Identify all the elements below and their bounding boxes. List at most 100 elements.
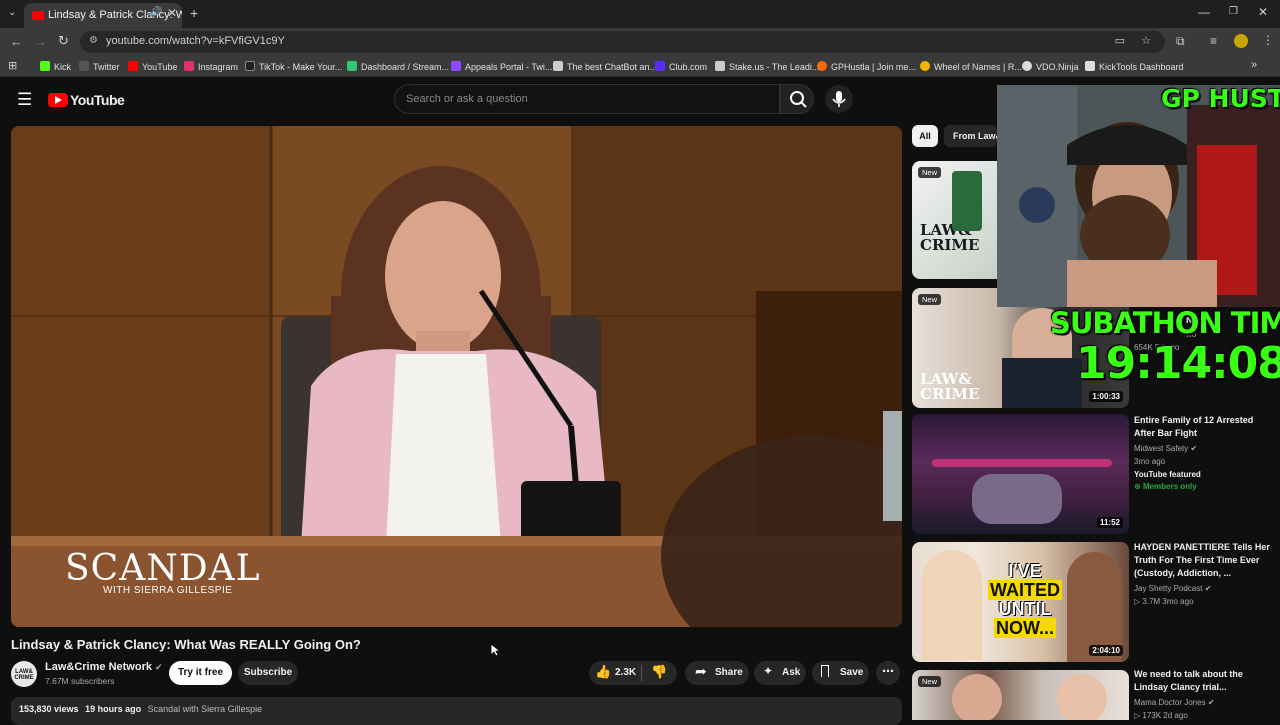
verified-badge-icon: ✔ [1190, 444, 1198, 453]
bookmark-youtube[interactable]: YouTube [128, 61, 177, 72]
police-lights [932, 459, 1112, 467]
members-icon: ⊕ [1134, 482, 1141, 491]
bookmark-kicktools[interactable]: KickTools Dashboard [1085, 61, 1184, 72]
like-count[interactable]: 2.3K [615, 667, 636, 678]
bookmark-kick[interactable]: Kick [40, 61, 71, 72]
share-button[interactable]: ➦ Share [685, 661, 749, 685]
recommended-thumbnail[interactable]: 11:52 [912, 414, 1129, 534]
bookmark-dashboard-stream[interactable]: Dashboard / Stream... [347, 61, 449, 72]
speaker-icon[interactable]: 🔊 [150, 7, 162, 18]
recommended-title[interactable]: HAYDEN PANETTIERE Tells Her Truth For Th… [1134, 541, 1274, 580]
chip-all[interactable]: All [912, 125, 938, 147]
view-count: 153,830 views [19, 704, 79, 714]
bookmarks-bar: ⊞ Kick Twitter YouTube Instagram TikTok … [0, 56, 1280, 77]
thumbnail-person-left [952, 674, 1002, 720]
search-input[interactable]: Search or ask a question [394, 84, 780, 114]
bookmark-tiktok[interactable]: TikTok - Make Your... [245, 61, 342, 72]
more-actions-icon[interactable]: ⋯ [876, 661, 900, 685]
save-button[interactable]: Save [812, 661, 869, 685]
reload-icon[interactable]: ↻ [58, 33, 69, 49]
youtube-icon [128, 61, 138, 71]
streamer-name: GP HUSTLA [1161, 85, 1280, 113]
recommended-channel[interactable]: Jay Shetty Podcast ✔ [1134, 582, 1211, 595]
video-duration: 2:04:10 [1089, 645, 1123, 656]
instagram-icon [184, 61, 194, 71]
bookmark-wheel-of-names[interactable]: Wheel of Names | R... [920, 61, 1022, 72]
upload-date: 19 hours ago [85, 704, 142, 714]
cast-icon[interactable]: ▭ [1115, 34, 1125, 47]
webcam-overlay: GP HUSTLA [997, 85, 1280, 307]
youtube-wordmark: YouTube [70, 92, 125, 108]
microphone-icon [832, 91, 846, 107]
bookmark-club[interactable]: Club.com [655, 61, 707, 72]
chrome-menu-icon[interactable]: ⋮ [1262, 33, 1274, 47]
site-info-icon[interactable]: ⚙ [89, 35, 98, 46]
recommended-thumbnail[interactable]: I'VE WAITED UNTIL NOW... 2:04:10 [912, 542, 1129, 662]
more-bookmarks-icon[interactable]: » [1251, 59, 1257, 71]
scandal-logo-title: SCANDAL [65, 548, 261, 589]
channel-name[interactable]: Law&Crime Network ✔ [45, 661, 163, 673]
minimize-icon[interactable]: — [1198, 5, 1210, 19]
bookmark-chatbot[interactable]: The best ChatBot an... [553, 61, 657, 72]
share-icon: ➦ [695, 663, 707, 679]
url-text: youtube.com/watch?v=kFVfiGV1c9Y [106, 35, 285, 47]
video-title: Lindsay & Patrick Clancy: What Was REALL… [11, 637, 361, 652]
forward-icon[interactable]: → [34, 34, 47, 49]
new-tab-icon[interactable]: + [190, 5, 198, 21]
apps-grid-icon[interactable]: ⊞ [8, 59, 17, 72]
bookmark-twitter[interactable]: Twitter [79, 61, 120, 72]
tiktok-icon [245, 61, 255, 71]
lawcrime-watermark: LAW& CRIME [920, 370, 980, 403]
address-bar[interactable]: ⚙ youtube.com/watch?v=kFVfiGV1c9Y ▭ ☆ [80, 31, 1165, 53]
try-it-free-button[interactable]: Try it free [169, 661, 232, 685]
channel-avatar[interactable]: LAW& CRIME [11, 661, 37, 687]
playlist-link[interactable]: Scandal with Sierra Gillespie [148, 704, 263, 714]
kick-icon [40, 61, 50, 71]
bookmark-gphustla[interactable]: GPHustla | Join me... [817, 61, 916, 72]
hamburger-menu-icon[interactable]: ☰ [17, 90, 32, 110]
recommended-thumbnail[interactable]: New [912, 670, 1129, 720]
twitter-x-icon [79, 61, 89, 71]
webcam-frame [997, 85, 1280, 307]
gphustla-icon [817, 61, 827, 71]
tab-search-chevron-icon[interactable]: ⌄ [8, 7, 16, 18]
recommended-channel[interactable]: Mama Doctor Jones ✔ [1134, 696, 1215, 709]
voice-search-button[interactable] [825, 85, 853, 113]
extensions-icon[interactable]: ⧉ [1176, 34, 1185, 49]
search-icon [790, 91, 807, 108]
recommended-channel[interactable]: Midwest Safety ✔ [1134, 442, 1197, 455]
scandal-logo-subtitle: WITH SIERRA GILLESPIE [103, 585, 233, 596]
search-button[interactable] [780, 84, 814, 114]
maximize-icon[interactable]: ❐ [1229, 6, 1238, 17]
video-player[interactable]: SCANDAL WITH SIERRA GILLESPIE [11, 126, 902, 627]
back-icon[interactable]: ← [10, 34, 23, 49]
thumbnail-crowd [972, 474, 1062, 524]
bookmark-instagram[interactable]: Instagram [184, 61, 238, 72]
subathon-timer-label: SUBATHON TIMER [1050, 306, 1280, 340]
thumbnail-person-left [922, 550, 982, 660]
chatbot-icon [553, 61, 563, 71]
sparkle-icon: ✦ [763, 664, 774, 678]
media-controls-icon[interactable]: ≡ [1210, 34, 1217, 48]
window-close-icon[interactable]: ✕ [1258, 5, 1268, 19]
tab-close-icon[interactable]: ✕ [167, 6, 177, 20]
bookmark-star-icon[interactable]: ☆ [1141, 34, 1151, 47]
thumbs-down-icon[interactable]: 👎 [651, 664, 667, 680]
subscribe-button[interactable]: Subscribe [238, 661, 298, 685]
chip-from-lawcrime[interactable]: From Law& [944, 125, 997, 147]
recommended-title[interactable]: We need to talk about the Lindsay Clancy… [1134, 668, 1274, 694]
mouse-cursor-icon [490, 643, 500, 657]
like-divider [641, 665, 642, 681]
play-count-icon: ▷ [1134, 597, 1141, 606]
description-box[interactable]: 153,830 views 19 hours ago Scandal with … [11, 697, 902, 725]
bookmark-stake[interactable]: Stake.us - The Leadi... [715, 61, 819, 72]
vdo-ninja-icon [1022, 61, 1032, 71]
bookmark-appeals-portal[interactable]: Appeals Portal - Twi... [451, 61, 552, 72]
bookmark-vdo-ninja[interactable]: VDO.Ninja [1022, 61, 1079, 72]
play-count-icon: ▷ [1134, 711, 1141, 720]
profile-avatar[interactable] [1234, 34, 1248, 48]
recommended-title[interactable]: Entire Family of 12 Arrested After Bar F… [1134, 414, 1274, 440]
thumbs-up-icon[interactable]: 👍 [595, 664, 611, 680]
ask-button[interactable]: ✦ Ask [754, 661, 806, 685]
video-duration: 11:52 [1096, 517, 1123, 528]
